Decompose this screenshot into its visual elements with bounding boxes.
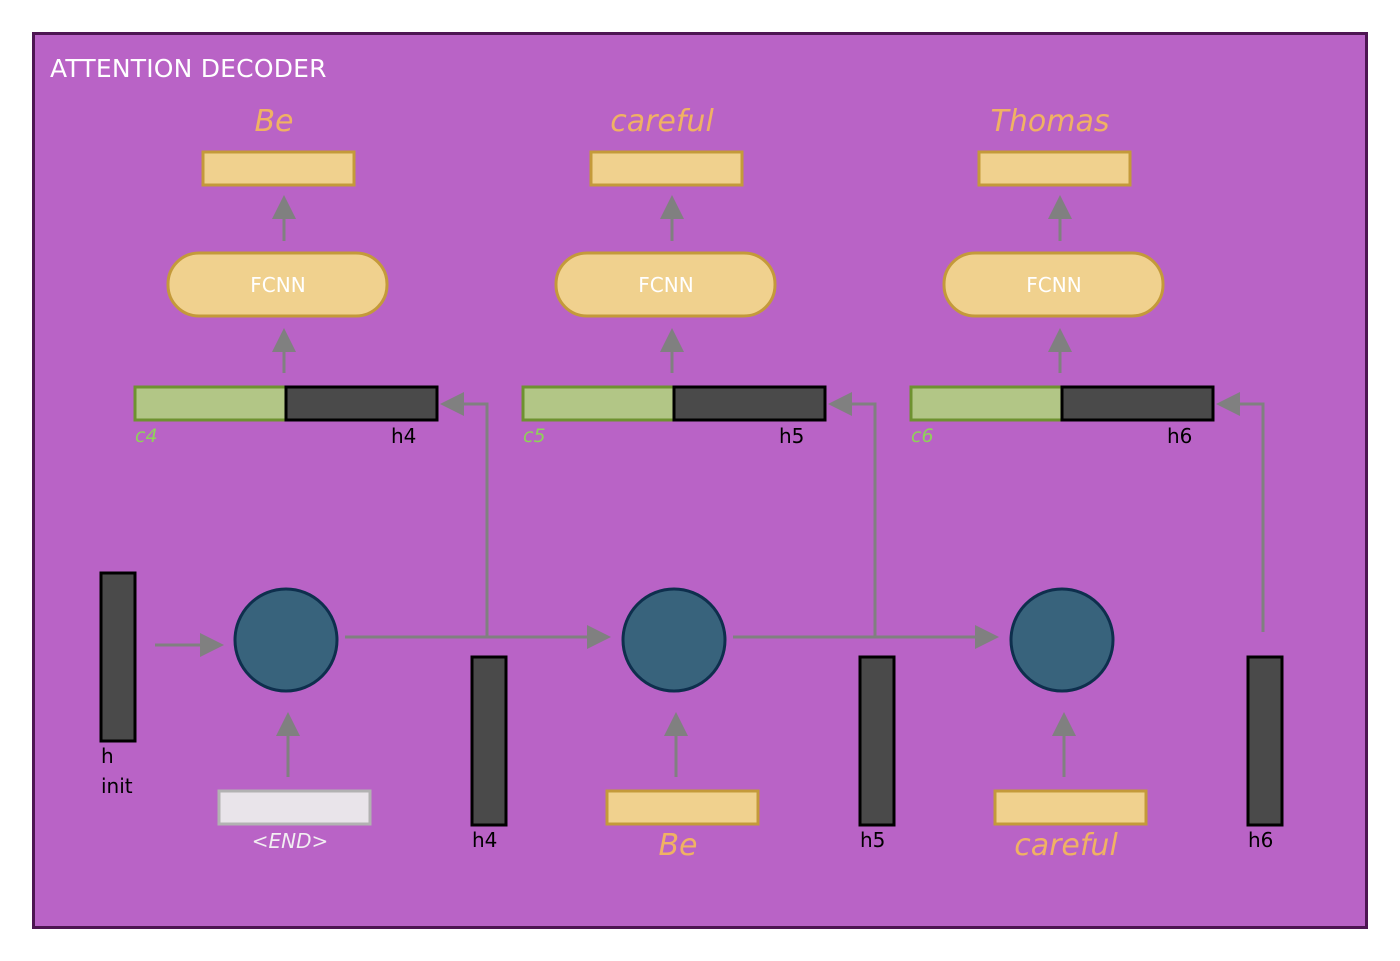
initial-state-label-init: init [101, 774, 133, 798]
fcnn-label: FCNN [1026, 273, 1082, 297]
final-hidden-feedback-arrow [1216, 392, 1265, 632]
input-token-label: Be [658, 828, 698, 863]
output-word: Be [254, 104, 294, 139]
hidden-vector [284, 385, 439, 422]
input-token-box [605, 789, 760, 826]
state-output-bar [858, 655, 896, 827]
hidden-vector [1060, 385, 1215, 422]
output-vector-box [201, 150, 356, 187]
hidden-label: h5 [779, 424, 805, 448]
output-word: careful [610, 104, 714, 139]
context-label: c6 [911, 425, 934, 447]
rnn-cell [233, 587, 339, 693]
output-vector-box [589, 150, 744, 187]
context-vector [909, 385, 1064, 422]
hidden-label: h4 [391, 424, 417, 448]
rnn-cell [621, 587, 727, 693]
context-label: c4 [135, 425, 158, 447]
fcnn-label: FCNN [638, 273, 694, 297]
end-token-label: <END> [251, 829, 329, 853]
fcnn-label: FCNN [250, 273, 306, 297]
input-token-box [993, 789, 1148, 826]
end-token-box [217, 789, 372, 826]
state-output-bar [470, 655, 508, 827]
decoder-diagram [99, 150, 1284, 827]
state-output-bar [1246, 655, 1284, 827]
initial-state-label-h: h [101, 744, 114, 768]
context-vector [133, 385, 288, 422]
output-word: Thomas [990, 104, 1110, 139]
hidden-vector [672, 385, 827, 422]
hidden-feedback-arrow [828, 392, 877, 637]
output-vector-box [977, 150, 1132, 187]
input-token-label: careful [1014, 828, 1118, 863]
state-output-label: h6 [1248, 828, 1274, 852]
initial-hidden-state-bar [99, 571, 137, 743]
hidden-label: h6 [1167, 424, 1193, 448]
state-output-label: h5 [860, 828, 886, 852]
context-vector [521, 385, 676, 422]
context-label: c5 [523, 425, 546, 447]
hidden-feedback-arrow [440, 392, 489, 637]
state-output-label: h4 [472, 828, 498, 852]
rnn-cell [1009, 587, 1115, 693]
